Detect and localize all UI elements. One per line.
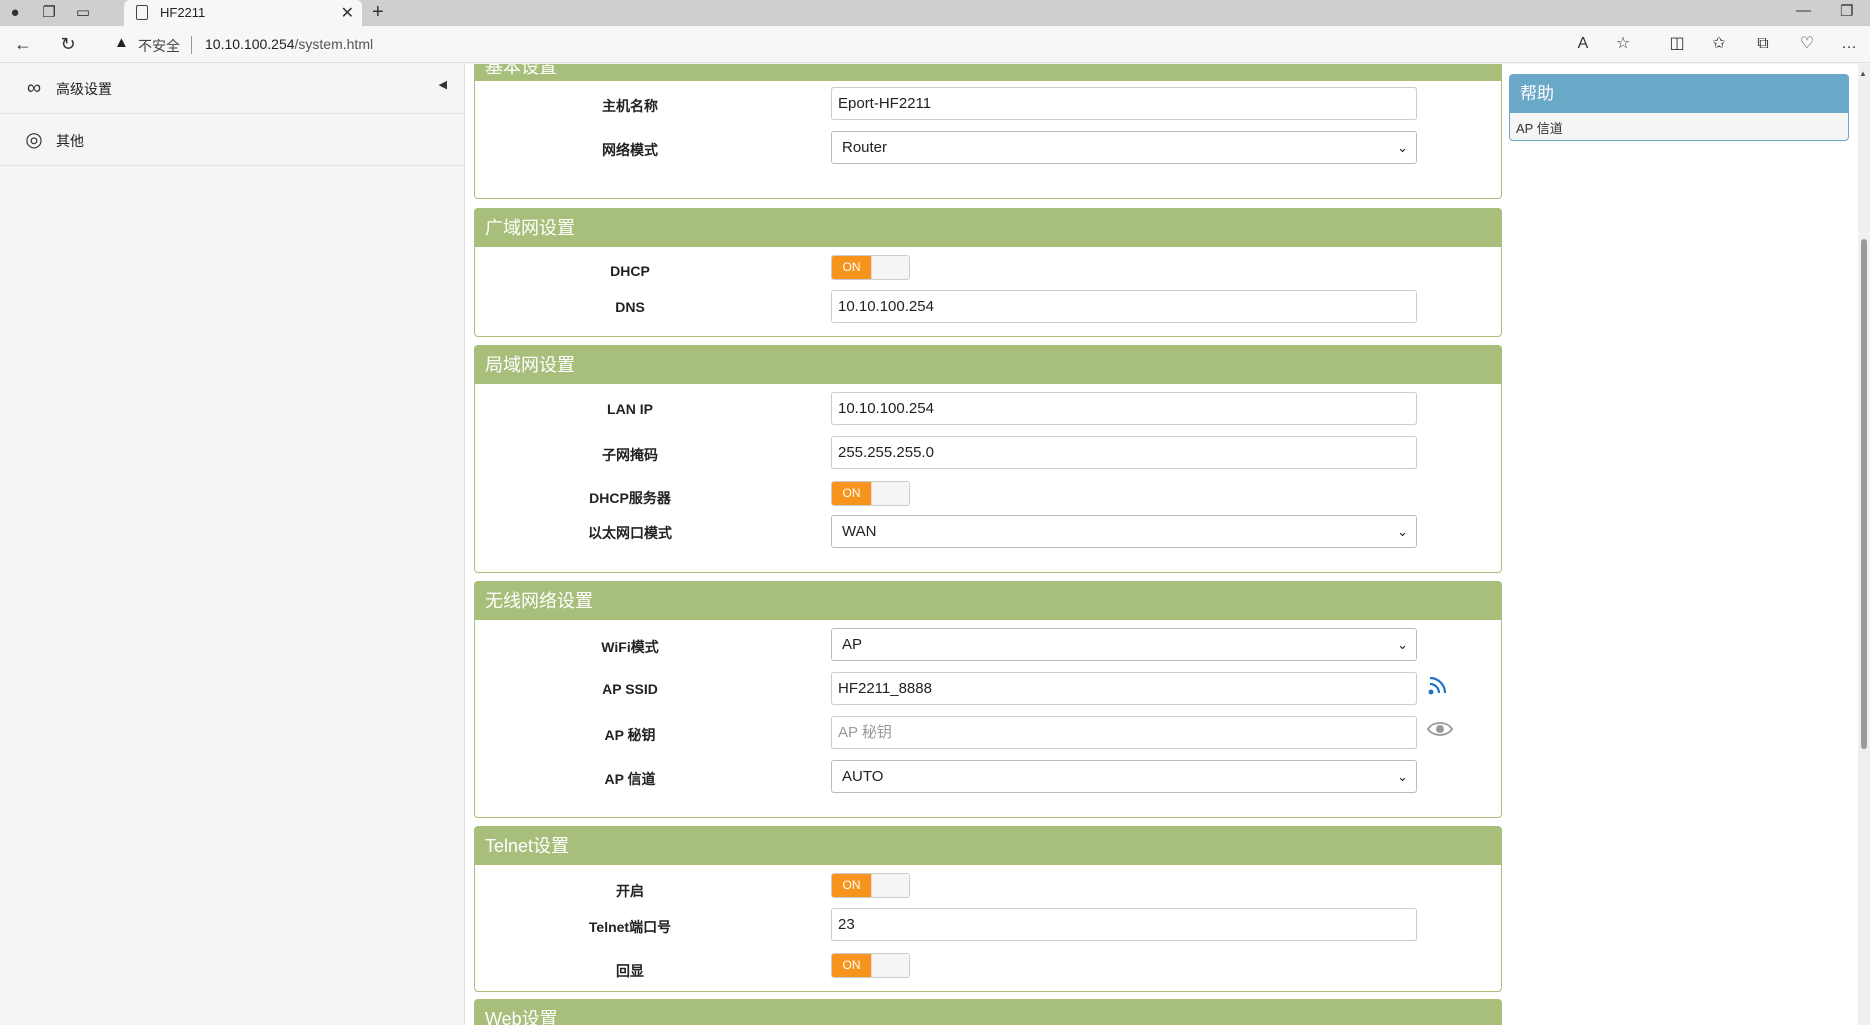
url-text[interactable]: 10.10.100.254/system.html bbox=[205, 36, 373, 52]
panel-lan: 局域网设置 LAN IP 10.10.100.254 子网掩码 255.255.… bbox=[474, 345, 1502, 573]
subnet-mask-label: 子网掩码 bbox=[602, 447, 658, 463]
telnet-port-label: Telnet端口号 bbox=[588, 919, 672, 935]
dhcp-server-label: DHCP服务器 bbox=[589, 490, 671, 506]
sidebar: ∞ 高级设置 ◀ ◎ 其他 bbox=[0, 64, 465, 1025]
panel-wireless: 无线网络设置 WiFi模式 AP ⌄ AP SSID HF2211_8888 AP… bbox=[474, 581, 1502, 818]
sidebar-item-advanced[interactable]: ∞ 高级设置 ◀ bbox=[0, 64, 465, 114]
telnet-enable-label: 开启 bbox=[616, 883, 644, 899]
panel-title: 局域网设置 bbox=[475, 346, 1501, 384]
hostname-input[interactable]: Eport-HF2211 bbox=[831, 87, 1417, 120]
new-tab-icon[interactable]: + bbox=[372, 1, 384, 24]
wifi-mode-label: WiFi模式 bbox=[601, 639, 659, 655]
panel-title: 广域网设置 bbox=[475, 209, 1501, 247]
telnet-enable-toggle[interactable]: ON bbox=[831, 873, 910, 898]
globe-icon: ◎ bbox=[25, 129, 43, 151]
wifi-mode-select[interactable]: AP ⌄ bbox=[831, 628, 1417, 661]
collections-icon[interactable]: ⧉ bbox=[1750, 32, 1776, 56]
subnet-mask-input[interactable]: 255.255.255.0 bbox=[831, 436, 1417, 469]
panel-wan: 广域网设置 DHCP ON DNS 10.10.100.254 bbox=[474, 208, 1502, 337]
panel-title: Web设置 bbox=[475, 1000, 1501, 1025]
chevron-down-icon: ⌄ bbox=[1397, 769, 1408, 784]
panel-telnet: Telnet设置 开启 ON Telnet端口号 23 回显 ON bbox=[474, 826, 1502, 992]
chevron-down-icon: ⌄ bbox=[1397, 637, 1408, 652]
browser-essentials-icon[interactable]: ♡ bbox=[1794, 32, 1820, 56]
url-box[interactable]: ▲ 不安全 10.10.100.254/system.html bbox=[100, 30, 1650, 59]
page: ∞ 高级设置 ◀ ◎ 其他 基本设置 主机名称 Eport-HF2211 网络模… bbox=[0, 64, 1870, 1025]
ap-ssid-input[interactable]: HF2211_8888 bbox=[831, 672, 1417, 705]
warning-icon: ▲ bbox=[114, 34, 129, 51]
tab-actions-icon[interactable]: ▭ bbox=[72, 3, 94, 23]
ethernet-mode-select[interactable]: WAN ⌄ bbox=[831, 515, 1417, 548]
dhcp-toggle[interactable]: ON bbox=[831, 255, 910, 280]
page-favicon-icon bbox=[136, 5, 148, 20]
ap-channel-select[interactable]: AUTO ⌄ bbox=[831, 760, 1417, 793]
sidebar-item-label: 其他 bbox=[56, 133, 84, 149]
telnet-echo-label: 回显 bbox=[616, 963, 644, 979]
scroll-thumb[interactable] bbox=[1861, 239, 1867, 749]
dns-label: DNS bbox=[615, 299, 645, 315]
page-scrollbar[interactable]: ▲ bbox=[1858, 64, 1870, 1025]
address-bar: ← ↻ ▲ 不安全 10.10.100.254/system.html A ☆ … bbox=[0, 26, 1870, 63]
settings-content: 基本设置 主机名称 Eport-HF2211 网络模式 Router ⌄ 广域网设… bbox=[466, 64, 1506, 1025]
panel-title: Telnet设置 bbox=[475, 827, 1501, 865]
url-separator bbox=[191, 36, 192, 54]
ethernet-mode-label: 以太网口模式 bbox=[588, 525, 672, 541]
panel-title: 无线网络设置 bbox=[475, 582, 1501, 620]
restore-icon[interactable]: ❐ bbox=[1840, 2, 1853, 20]
back-icon[interactable]: ← bbox=[10, 32, 36, 56]
favorites-icon[interactable]: ✩ bbox=[1706, 32, 1732, 56]
wifi-scan-icon[interactable] bbox=[1427, 674, 1449, 702]
browser-tab-bar: ● ❐ ▭ HF2211 ✕ + — ❐ bbox=[0, 0, 1870, 26]
profile-icon[interactable]: ● bbox=[4, 3, 26, 23]
split-screen-icon[interactable]: ◫ bbox=[1664, 32, 1690, 56]
minimize-icon[interactable]: — bbox=[1796, 2, 1811, 19]
chevron-down-icon: ⌄ bbox=[1397, 140, 1408, 155]
telnet-port-input[interactable]: 23 bbox=[831, 908, 1417, 941]
panel-basic: 基本设置 主机名称 Eport-HF2211 网络模式 Router ⌄ bbox=[474, 64, 1502, 199]
insecure-label: 不安全 bbox=[138, 38, 180, 54]
netmode-label: 网络模式 bbox=[602, 142, 658, 158]
lan-ip-input[interactable]: 10.10.100.254 bbox=[831, 392, 1417, 425]
help-title: 帮助 bbox=[1510, 75, 1848, 113]
ap-key-label: AP 秘钥 bbox=[604, 727, 656, 743]
tab-title: HF2211 bbox=[160, 5, 206, 20]
panel-title: 基本设置 bbox=[475, 64, 1501, 81]
refresh-icon[interactable]: ↻ bbox=[55, 32, 81, 56]
lan-ip-label: LAN IP bbox=[607, 401, 653, 417]
eye-icon[interactable] bbox=[1426, 718, 1454, 746]
sidebar-item-other[interactable]: ◎ 其他 bbox=[0, 116, 465, 166]
dns-input[interactable]: 10.10.100.254 bbox=[831, 290, 1417, 323]
help-panel: 帮助 AP 信道 bbox=[1509, 74, 1849, 141]
ap-key-input[interactable]: AP 秘钥 bbox=[831, 716, 1417, 749]
telnet-echo-toggle[interactable]: ON bbox=[831, 953, 910, 978]
workspaces-icon[interactable]: ❐ bbox=[38, 3, 60, 23]
ap-channel-label: AP 信道 bbox=[604, 771, 656, 787]
tab-close-icon[interactable]: ✕ bbox=[341, 3, 354, 23]
browser-tab-active[interactable]: HF2211 ✕ bbox=[124, 0, 362, 26]
sidebar-item-label: 高级设置 bbox=[56, 81, 112, 97]
dhcp-server-toggle[interactable]: ON bbox=[831, 481, 910, 506]
more-menu-icon[interactable]: … bbox=[1836, 32, 1862, 56]
netmode-select[interactable]: Router ⌄ bbox=[831, 131, 1417, 164]
read-aloud-icon[interactable]: A bbox=[1570, 32, 1596, 56]
dhcp-label: DHCP bbox=[610, 263, 650, 279]
panel-web: Web设置 bbox=[474, 999, 1502, 1025]
chevron-down-icon: ⌄ bbox=[1397, 524, 1408, 539]
ap-ssid-label: AP SSID bbox=[602, 681, 658, 697]
infinity-icon: ∞ bbox=[26, 77, 42, 99]
hostname-label: 主机名称 bbox=[602, 98, 658, 114]
caret-left-icon: ◀ bbox=[438, 79, 447, 91]
favorite-star-icon[interactable]: ☆ bbox=[1610, 32, 1636, 56]
scroll-up-icon[interactable]: ▲ bbox=[1859, 69, 1867, 78]
help-body: AP 信道 bbox=[1516, 121, 1563, 136]
